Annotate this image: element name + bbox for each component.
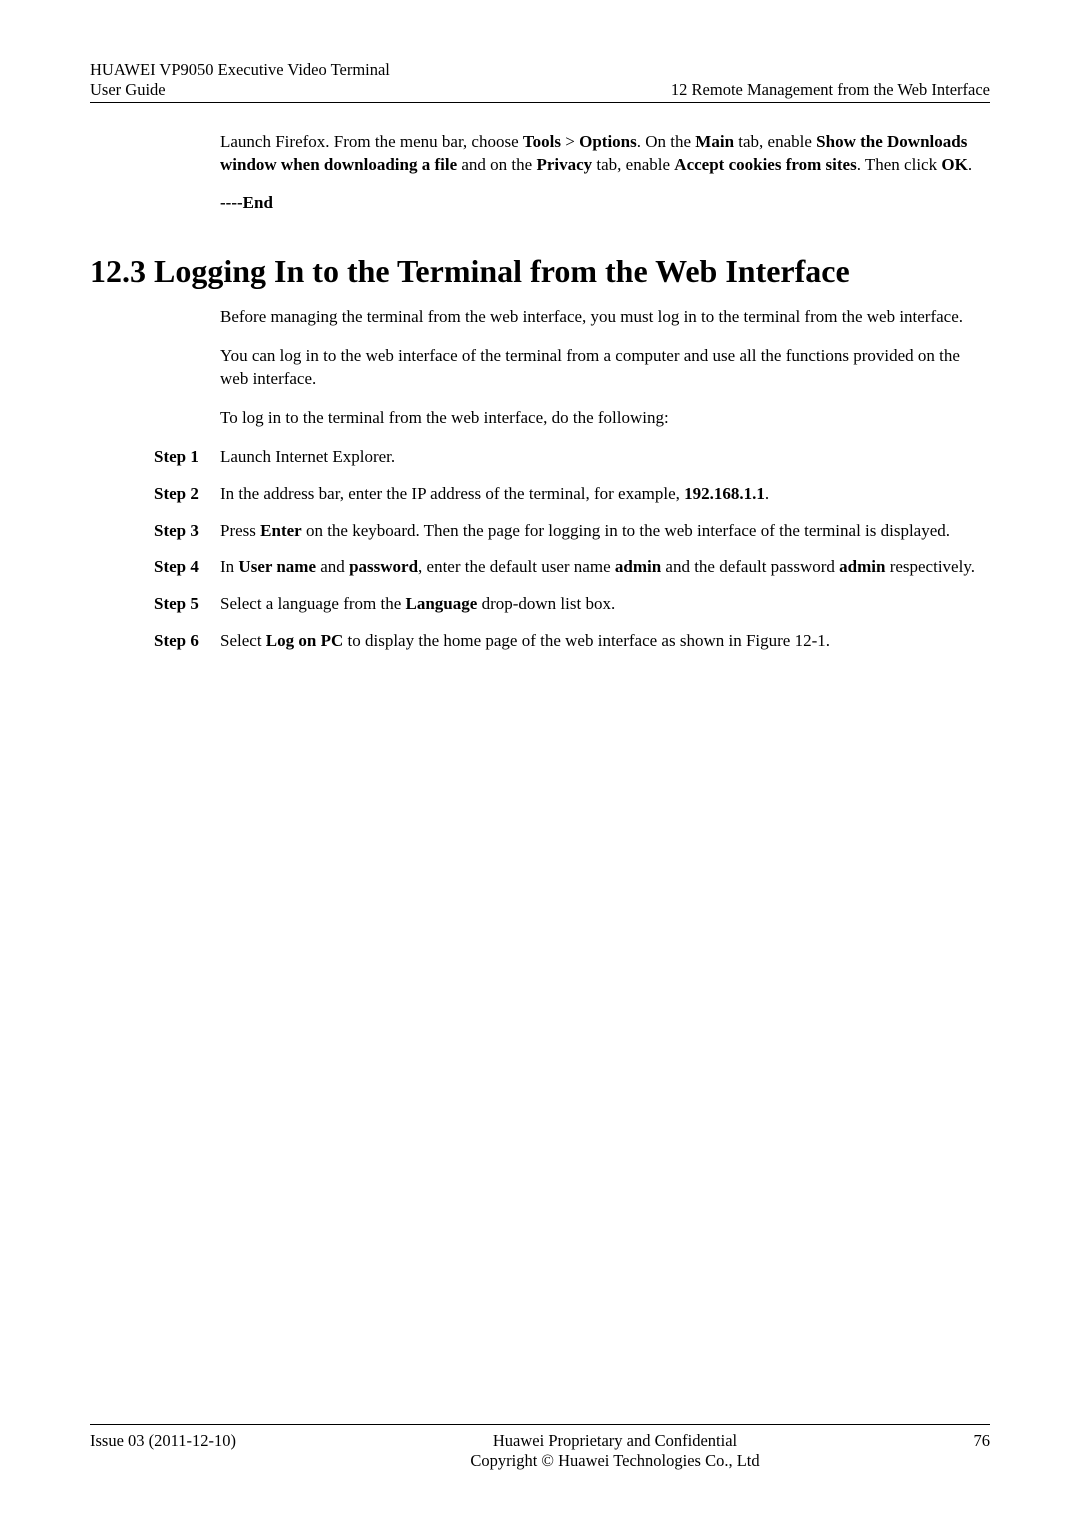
step-row: Step 2In the address bar, enter the IP a… (220, 483, 990, 506)
footer-proprietary: Huawei Proprietary and Confidential (290, 1431, 940, 1451)
step-label: Step 4 (154, 556, 220, 579)
step-text: Press Enter on the keyboard. Then the pa… (220, 520, 990, 543)
step-text: Launch Internet Explorer. (220, 446, 990, 469)
header-doc-type: User Guide (90, 80, 390, 100)
step-row: Step 1Launch Internet Explorer. (220, 446, 990, 469)
step-text: Select a language from the Language drop… (220, 593, 990, 616)
step-label: Step 3 (154, 520, 220, 543)
header-chapter: 12 Remote Management from the Web Interf… (671, 80, 990, 100)
footer-copyright: Copyright © Huawei Technologies Co., Ltd (290, 1451, 940, 1471)
step-label: Step 1 (154, 446, 220, 469)
step-row: Step 3Press Enter on the keyboard. Then … (220, 520, 990, 543)
header-left: HUAWEI VP9050 Executive Video Terminal U… (90, 60, 390, 100)
page-header: HUAWEI VP9050 Executive Video Terminal U… (90, 60, 990, 103)
step-label: Step 2 (154, 483, 220, 506)
section-para-3: To log in to the terminal from the web i… (220, 407, 990, 430)
intro-paragraph: Launch Firefox. From the menu bar, choos… (220, 131, 990, 177)
page-body: Launch Firefox. From the menu bar, choos… (90, 103, 990, 653)
step-label: Step 5 (154, 593, 220, 616)
step-row: Step 4In User name and password, enter t… (220, 556, 990, 579)
footer-issue: Issue 03 (2011-12-10) (90, 1431, 290, 1451)
footer-center: Huawei Proprietary and Confidential Copy… (290, 1431, 940, 1471)
section-para-2: You can log in to the web interface of t… (220, 345, 990, 391)
section-para-1: Before managing the terminal from the we… (220, 306, 990, 329)
step-row: Step 6Select Log on PC to display the ho… (220, 630, 990, 653)
end-mark: ----End (220, 193, 990, 213)
step-text: In the address bar, enter the IP address… (220, 483, 990, 506)
header-product: HUAWEI VP9050 Executive Video Terminal (90, 60, 390, 80)
header-right: 12 Remote Management from the Web Interf… (671, 80, 990, 100)
step-text: In User name and password, enter the def… (220, 556, 990, 579)
step-row: Step 5Select a language from the Languag… (220, 593, 990, 616)
step-label: Step 6 (154, 630, 220, 653)
step-text: Select Log on PC to display the home pag… (220, 630, 990, 653)
footer-page-number: 76 (940, 1431, 990, 1451)
steps-list: Step 1Launch Internet Explorer. Step 2In … (220, 446, 990, 654)
page-footer: Issue 03 (2011-12-10) Huawei Proprietary… (90, 1424, 990, 1471)
section-heading: 12.3 Logging In to the Terminal from the… (90, 253, 990, 290)
